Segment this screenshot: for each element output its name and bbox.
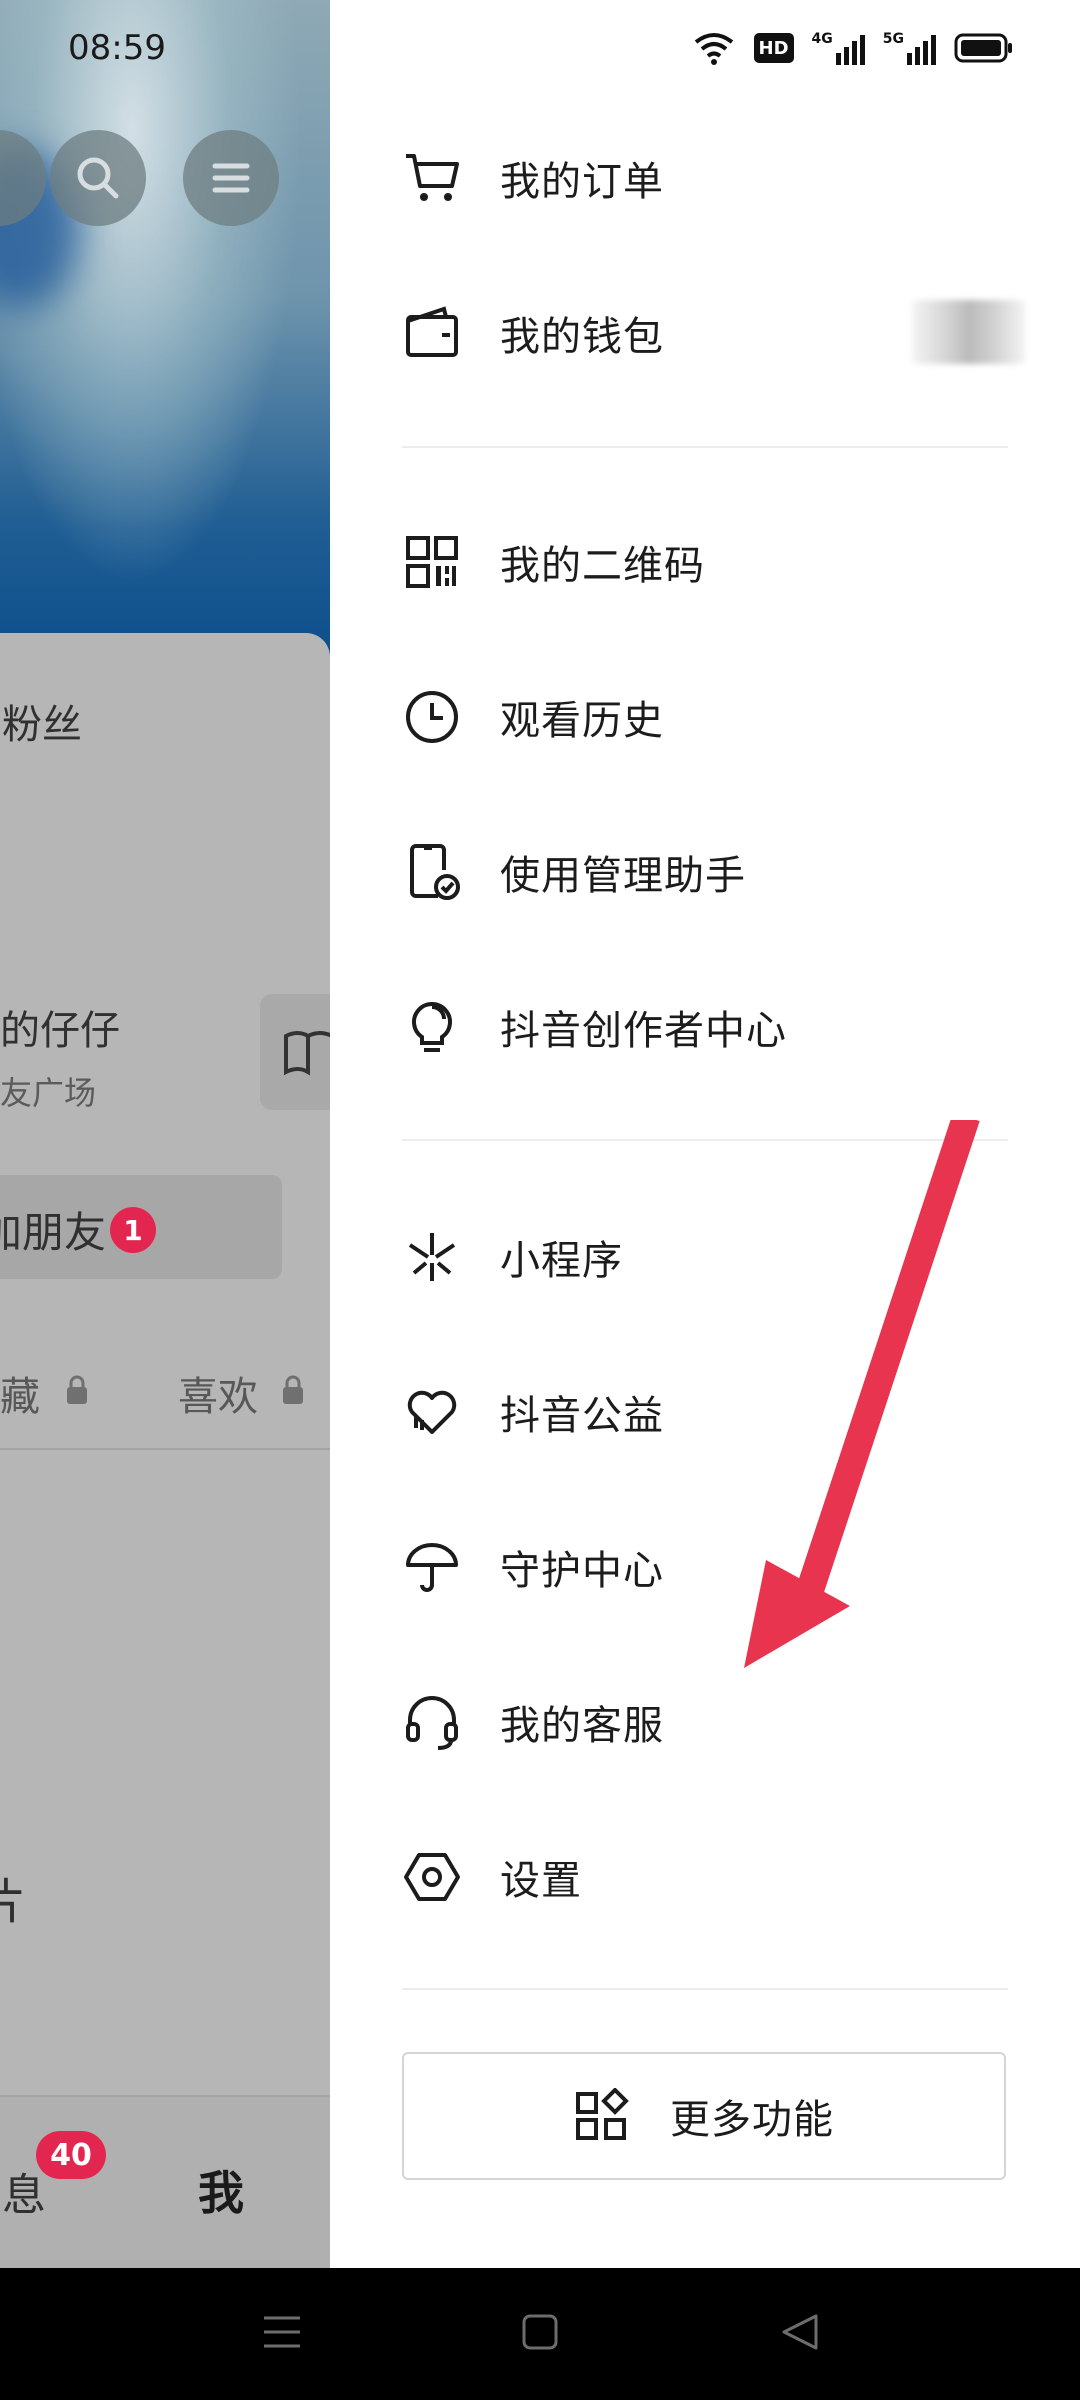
menu-item-orders[interactable]: 我的订单	[402, 123, 1022, 233]
headset-icon	[402, 1692, 462, 1752]
search-button[interactable]	[50, 130, 146, 226]
bottom-tab-bar: 消息 40 我	[0, 2095, 330, 2268]
fans-label[interactable]: 粉丝	[2, 692, 82, 750]
find-friends-label: 加朋友	[0, 1208, 107, 1257]
search-icon	[77, 157, 119, 199]
qr-code-icon	[402, 532, 462, 592]
apps-grid-icon	[576, 2088, 629, 2140]
system-navigation-bar	[0, 2268, 1080, 2400]
tab-collect[interactable]: 收藏	[0, 1364, 40, 1422]
menu-item-usage-manager[interactable]: 使用管理助手	[402, 817, 1022, 927]
network-type-label: 4G	[811, 31, 833, 47]
menu-divider	[402, 1988, 1008, 1990]
tab-likes[interactable]: 喜欢	[178, 1364, 258, 1422]
lock-icon	[67, 1375, 87, 1404]
menu-nav-icon[interactable]	[262, 2312, 302, 2352]
more-features-label: 更多功能	[670, 2097, 834, 2143]
find-friends-button[interactable]: 加朋友 1	[0, 1175, 282, 1279]
messages-badge: 40	[36, 2131, 106, 2179]
battery-icon	[954, 33, 1012, 63]
network-type-label: 5G	[882, 31, 904, 47]
wallet-balance-blurred	[912, 300, 1026, 364]
tab-me[interactable]: 我	[198, 2157, 244, 2223]
works-fragment-text: 片	[0, 1874, 27, 1930]
mini-card-title: 我的仔仔	[0, 1008, 120, 1054]
menu-label-guardian-center: 守护中心	[500, 1548, 664, 1594]
status-icons: HD 4G 5G	[692, 30, 1014, 66]
clock: 08:59	[68, 28, 166, 68]
hd-icon: HD	[753, 33, 794, 63]
umbrella-icon	[402, 1537, 462, 1597]
menu-label-wallet: 我的钱包	[500, 314, 664, 360]
menu-divider	[402, 446, 1008, 448]
signal-5g-icon: 5G	[883, 31, 936, 65]
menu-label-creator-center: 抖音创作者中心	[500, 1008, 787, 1054]
tab-divider	[0, 1448, 330, 1450]
menu-item-qr-code[interactable]: 我的二维码	[402, 507, 1022, 617]
menu-item-settings[interactable]: 设置	[402, 1822, 1022, 1932]
tab-messages[interactable]: 消息	[0, 2159, 46, 2223]
shopping-cart-icon	[402, 148, 462, 208]
menu-label-orders: 我的订单	[500, 159, 664, 205]
wallet-icon	[402, 303, 462, 363]
lightbulb-icon	[402, 997, 462, 1057]
menu-item-customer-service[interactable]: 我的客服	[402, 1667, 1022, 1777]
menu-item-history[interactable]: 观看历史	[402, 662, 1022, 772]
menu-label-mini-programs: 小程序	[500, 1238, 623, 1284]
hamburger-icon	[212, 163, 250, 193]
profile-info-card	[0, 633, 330, 2268]
book-icon	[284, 1031, 330, 1076]
phone-check-icon	[402, 842, 462, 902]
menu-label-settings: 设置	[500, 1858, 582, 1904]
red-annotation-arrow-icon	[744, 1120, 980, 1668]
find-friends-badge: 1	[110, 1207, 156, 1253]
hd-label: HD	[758, 37, 789, 59]
charity-heart-icon	[402, 1382, 462, 1442]
menu-label-qr-code: 我的二维码	[500, 543, 705, 589]
menu-label-history: 观看历史	[500, 698, 664, 744]
signal-4g-icon: 4G	[812, 31, 865, 65]
settings-hexagon-icon	[402, 1847, 462, 1907]
profile-page-background: 粉丝 我的仔仔 朋友广场 加朋友 1 收藏 喜欢 片 消息 40 我	[0, 0, 330, 2268]
menu-item-creator-center[interactable]: 抖音创作者中心	[402, 972, 1022, 1082]
mini-program-icon	[402, 1227, 462, 1287]
mini-card-subtitle: 朋友广场	[0, 1074, 97, 1112]
lock-icon	[283, 1375, 303, 1404]
menu-button[interactable]	[183, 130, 279, 226]
wifi-icon	[694, 33, 733, 65]
menu-label-usage-manager: 使用管理助手	[500, 853, 746, 899]
clock-icon	[402, 687, 462, 747]
menu-label-charity: 抖音公益	[500, 1393, 664, 1439]
back-nav-icon[interactable]	[780, 2312, 820, 2352]
menu-label-customer-service: 我的客服	[500, 1703, 664, 1749]
more-features-button[interactable]: 更多功能	[402, 2052, 1006, 2180]
status-bar: 08:59 HD 4G 5G	[0, 0, 1080, 100]
book-button[interactable]	[260, 994, 330, 1110]
home-nav-icon[interactable]	[520, 2312, 560, 2352]
